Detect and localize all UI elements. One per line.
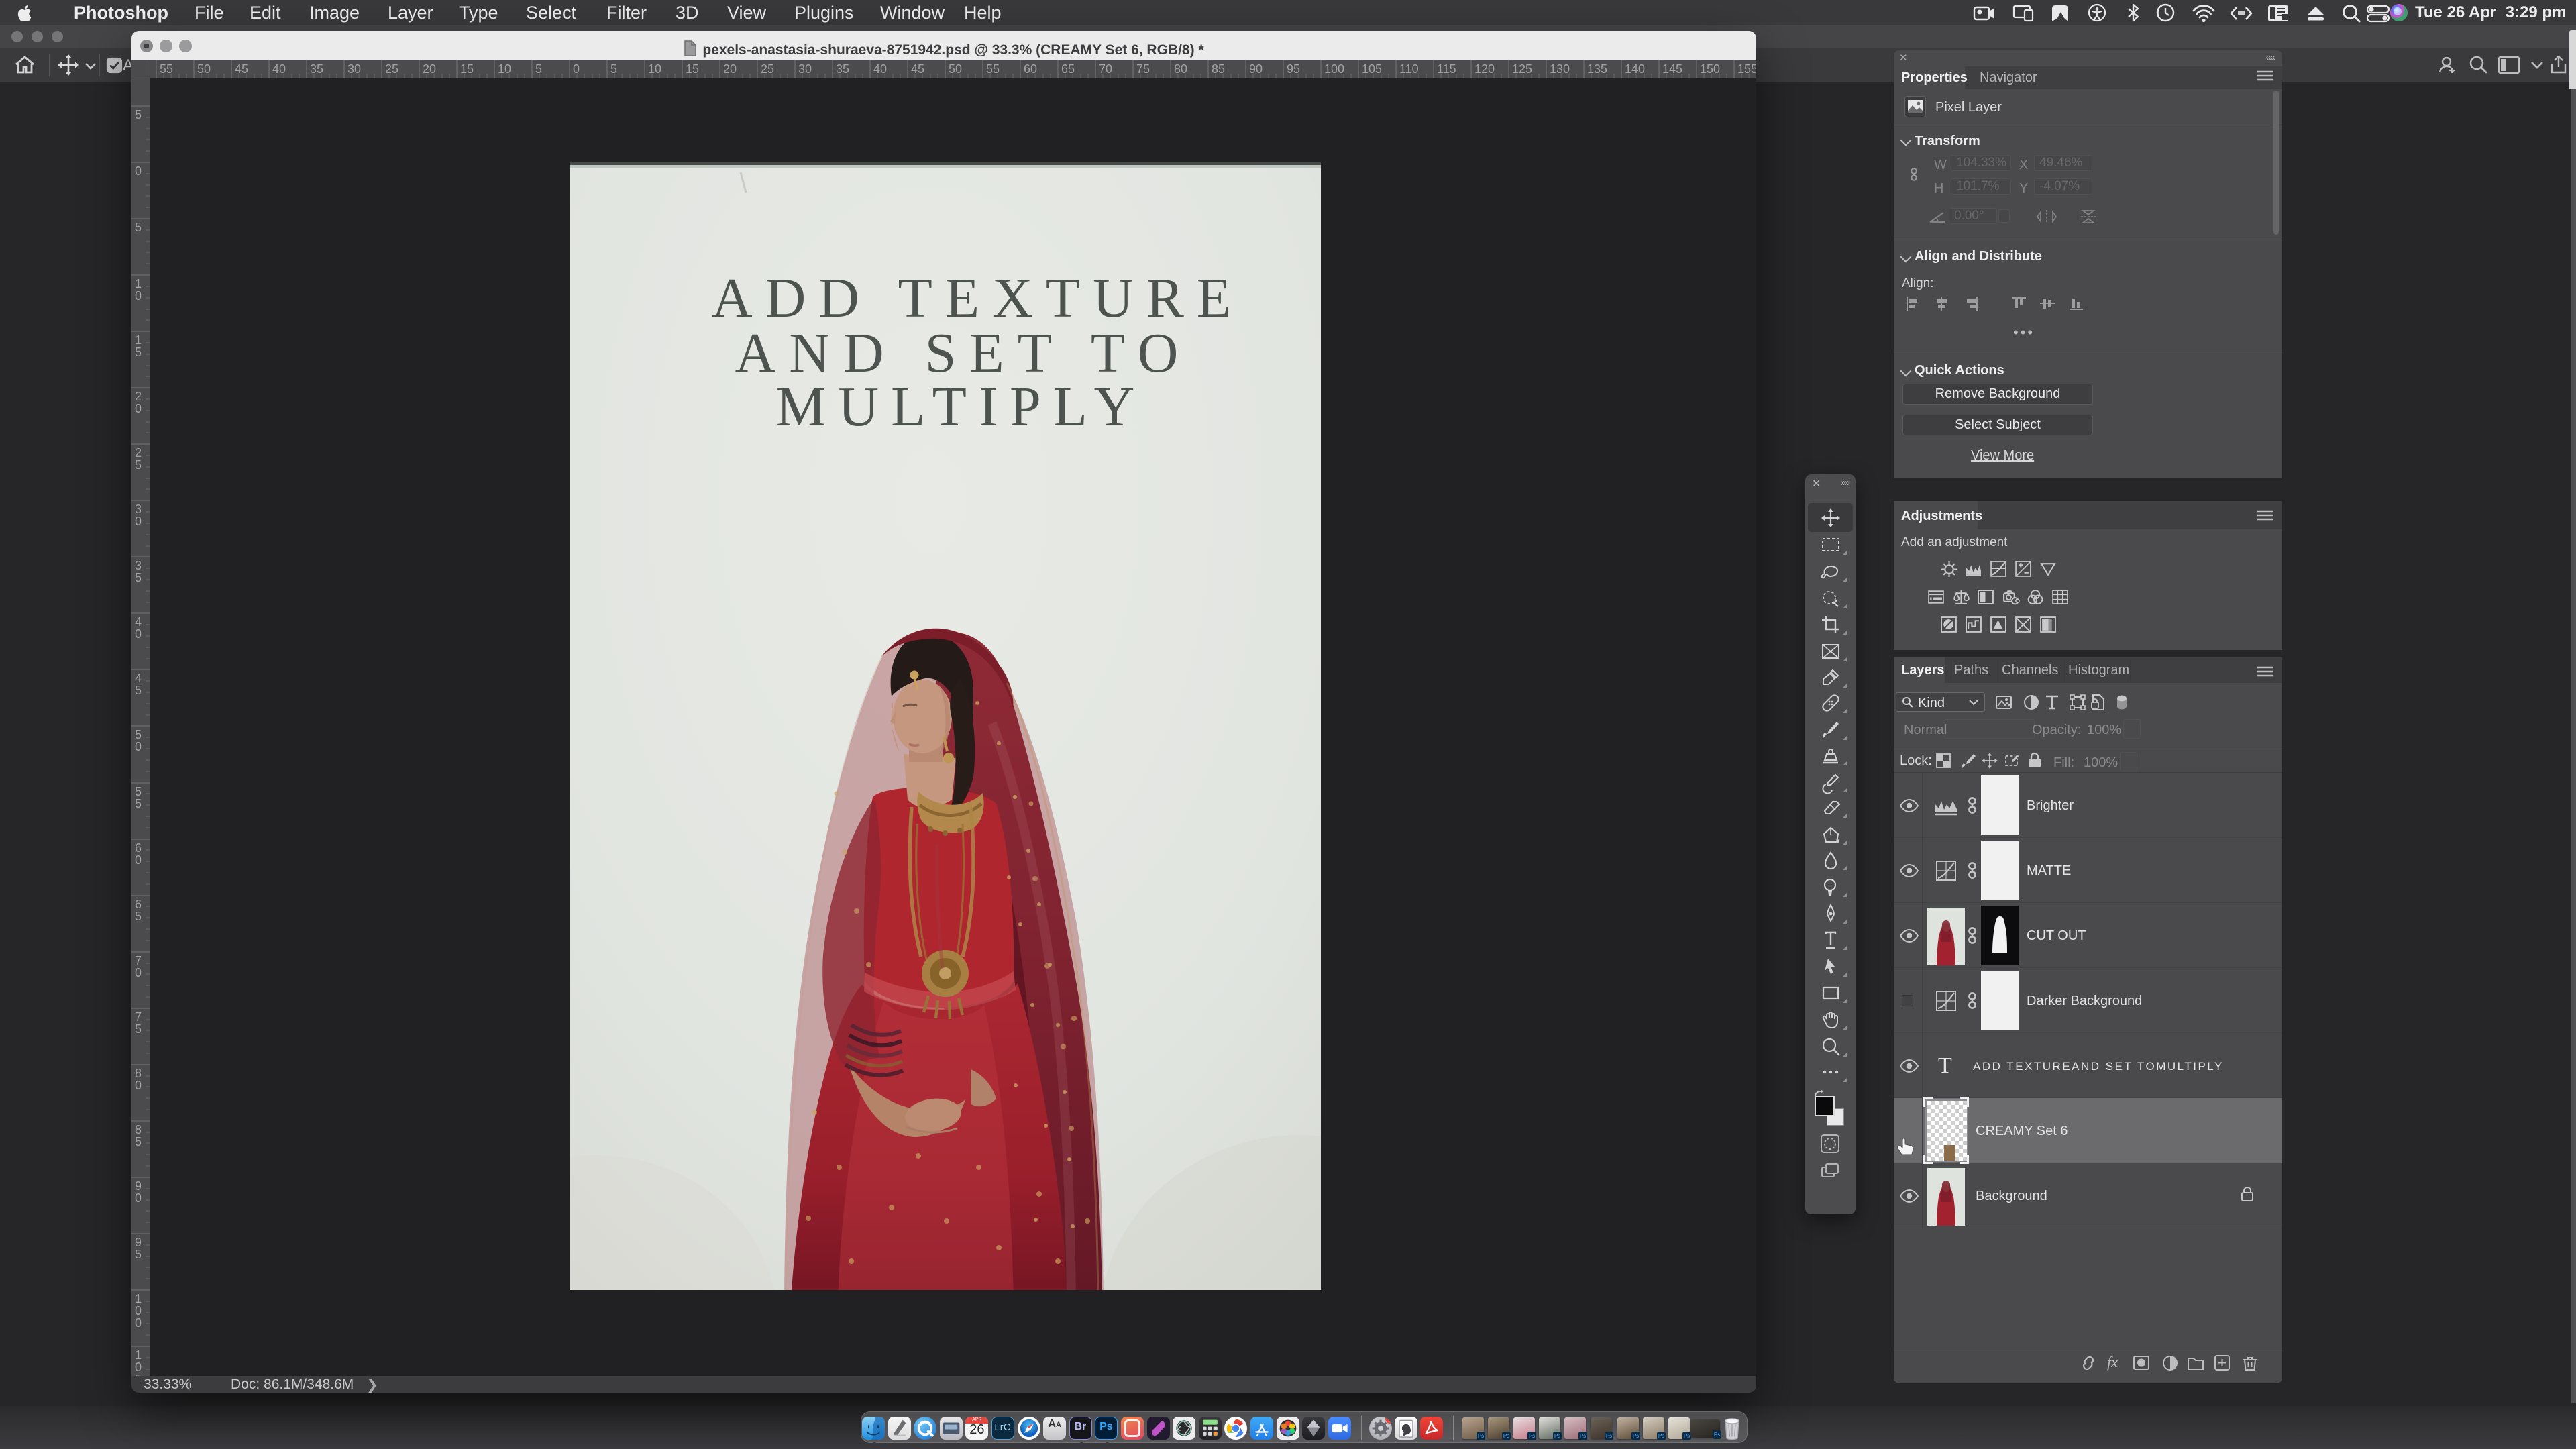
svg-text:fx: fx — [2107, 1354, 2118, 1371]
